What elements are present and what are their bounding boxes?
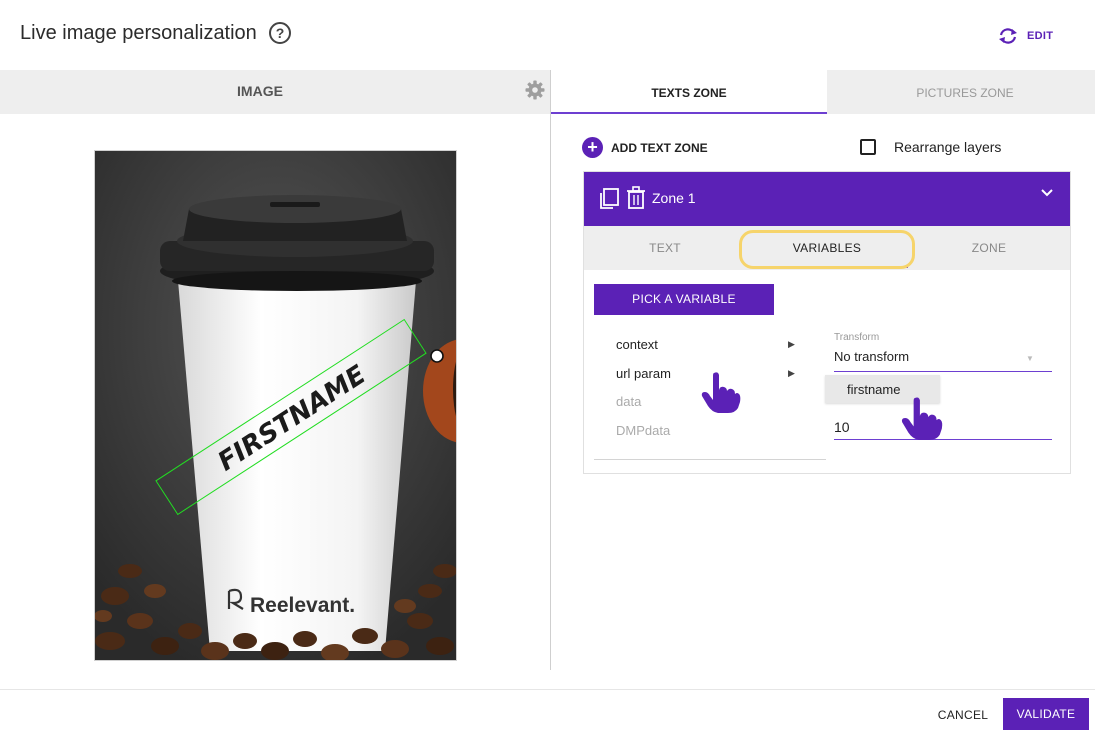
brand-text: Reelevant. (250, 594, 355, 617)
menu-item-dmpdata: DMPdata (616, 423, 671, 438)
image-canvas[interactable]: Reelevant. FIRSTNAME (94, 150, 457, 661)
pick-variable-button[interactable]: PICK A VARIABLE (594, 284, 774, 315)
rearrange-layers-label: Rearrange layers (894, 139, 1002, 155)
tab-zone[interactable]: ZONE (908, 226, 1070, 270)
footer-divider (0, 689, 1095, 690)
page-title: Live image personalization (20, 22, 257, 44)
help-icon[interactable]: ? (269, 22, 291, 44)
tab-texts-zone[interactable]: TEXTS ZONE (551, 70, 827, 114)
add-icon: + (582, 137, 603, 158)
header: Live image personalization ? EDIT (0, 0, 1095, 70)
menu-item-data: data (616, 394, 642, 409)
copy-icon[interactable] (598, 187, 620, 211)
tab-pictures-zone[interactable]: PICTURES ZONE (827, 70, 1095, 114)
zone-title: Zone 1 (652, 190, 696, 206)
hand-pointer-icon (901, 397, 943, 440)
checkbox-icon (860, 139, 876, 155)
tab-text[interactable]: TEXT (584, 226, 746, 270)
add-text-zone-label: ADD TEXT ZONE (611, 140, 708, 155)
panel-divider (550, 70, 551, 670)
add-text-zone-button[interactable]: + ADD TEXT ZONE (582, 137, 708, 158)
image-panel-header: IMAGE (0, 70, 551, 114)
zone-tabs: TEXTS ZONE PICTURES ZONE (551, 70, 1095, 114)
menu-item-url-param[interactable]: url param (616, 366, 671, 381)
edit-label: EDIT (1027, 30, 1054, 42)
trash-icon[interactable] (626, 186, 646, 210)
image-panel-title: IMAGE (237, 83, 283, 99)
rotate-handle[interactable] (430, 349, 444, 363)
hand-pointer-icon (701, 372, 741, 413)
chevron-down-icon[interactable] (1040, 188, 1054, 198)
cancel-button[interactable]: CANCEL (930, 700, 996, 730)
zone-card: Zone 1 TEXT VARIABLES ZONE PICK A VARIAB… (583, 171, 1071, 474)
gear-icon[interactable] (525, 80, 545, 100)
sync-icon (999, 28, 1017, 44)
zone-header[interactable]: Zone 1 (584, 172, 1070, 226)
caret-right-icon: ▶ (788, 368, 795, 378)
rearrange-layers-checkbox[interactable]: Rearrange layers (860, 139, 1001, 155)
menu-item-context[interactable]: context (616, 337, 658, 352)
caret-right-icon: ▶ (788, 339, 795, 349)
dropdown-caret-icon: ▼ (1026, 354, 1034, 363)
coffee-cup-image: Reelevant. FIRSTNAME (95, 151, 456, 660)
highlight-ring (739, 230, 915, 269)
edit-button[interactable]: EDIT (997, 25, 1053, 47)
validate-button[interactable]: VALIDATE (1003, 698, 1089, 730)
transform-label: Transform (834, 332, 880, 343)
transform-select[interactable]: No transform (834, 350, 1052, 372)
